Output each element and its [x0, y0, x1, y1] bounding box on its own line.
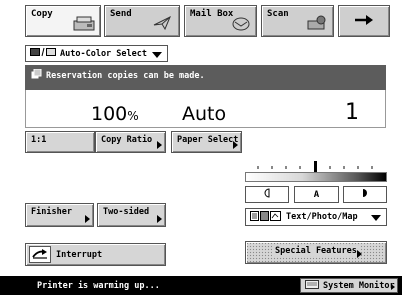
- banner-message: Reservation copies can be made.: [46, 71, 205, 81]
- copy-ratio-value: 100: [91, 103, 128, 125]
- mailbox-icon: [231, 15, 251, 34]
- paper-select-label: Paper Select: [177, 135, 239, 145]
- lighter-icon: [263, 188, 271, 201]
- original-type-icon: [250, 210, 282, 224]
- tab-mail-box-label: Mail Box: [190, 9, 234, 19]
- copy-count-display: 1: [345, 100, 359, 125]
- status-message: Printer is warming up...: [37, 281, 160, 291]
- paper-select-button[interactable]: Paper Select: [171, 131, 242, 153]
- density-tick: [343, 166, 345, 169]
- monitor-icon: [305, 279, 319, 292]
- density-tick: [371, 166, 373, 169]
- original-type-value: Text/Photo/Map: [286, 212, 358, 222]
- status-bar: Printer is warming up... System Monitor: [0, 276, 402, 295]
- finisher-label: Finisher: [31, 207, 72, 217]
- interrupt-icon: [29, 246, 51, 263]
- darker-button[interactable]: [343, 186, 387, 203]
- message-banner: Reservation copies can be made.: [25, 65, 386, 90]
- right-arrow-icon: [354, 14, 374, 29]
- tab-scan-label: Scan: [267, 9, 289, 19]
- copy-settings-readout: 100% Auto 1: [25, 90, 386, 128]
- forward-button[interactable]: [338, 5, 390, 37]
- tab-copy[interactable]: Copy: [25, 5, 101, 37]
- density-tick: [271, 166, 273, 169]
- system-monitor-label: System Monitor: [323, 280, 395, 291]
- one-to-one-label: 1:1: [31, 135, 47, 145]
- submenu-arrow-icon: [391, 284, 395, 290]
- copy-ratio-label: Copy Ratio: [101, 135, 153, 145]
- one-to-one-button[interactable]: 1:1: [25, 131, 95, 153]
- finisher-button[interactable]: Finisher: [25, 203, 94, 227]
- submenu-arrow-icon: [357, 250, 362, 258]
- tab-scan[interactable]: Scan: [261, 5, 334, 37]
- two-sided-label: Two-sided: [103, 207, 150, 217]
- density-gradient-bar: [245, 172, 387, 182]
- submenu-arrow-icon: [157, 215, 162, 223]
- tab-send[interactable]: Send: [104, 5, 180, 37]
- chevron-down-icon: [371, 215, 381, 221]
- density-tick: [257, 166, 259, 169]
- copier-icon: [73, 15, 95, 34]
- color-mode-icon: [30, 47, 56, 60]
- reservation-icon: [31, 68, 42, 82]
- interrupt-button[interactable]: Interrupt: [25, 243, 166, 266]
- special-features-label: Special Features: [272, 246, 360, 256]
- lighter-button[interactable]: [245, 186, 289, 203]
- tab-mail-box[interactable]: Mail Box: [184, 5, 257, 37]
- original-type-select[interactable]: Text/Photo/Map: [245, 208, 387, 226]
- auto-density-label: A: [313, 189, 320, 200]
- density-tick: [329, 166, 331, 169]
- interrupt-label: Interrupt: [56, 249, 103, 260]
- density-tick: [357, 166, 359, 169]
- two-sided-button[interactable]: Two-sided: [97, 203, 166, 227]
- special-features-button[interactable]: Special Features: [245, 241, 387, 264]
- color-mode-select[interactable]: Auto-Color Select: [25, 45, 168, 62]
- system-monitor-button[interactable]: System Monitor: [300, 278, 398, 293]
- send-icon: [152, 15, 174, 34]
- tab-copy-label: Copy: [31, 9, 53, 19]
- chevron-down-icon: [152, 52, 162, 58]
- darker-icon: [361, 188, 369, 201]
- copy-ratio-unit: %: [127, 109, 139, 123]
- auto-density-button[interactable]: A: [294, 186, 339, 203]
- submenu-arrow-icon: [233, 141, 238, 149]
- color-mode-value: Auto-Color Select: [60, 48, 147, 59]
- submenu-arrow-icon: [157, 141, 162, 149]
- paper-size-display: Auto: [182, 103, 227, 125]
- scanner-icon: [306, 15, 328, 34]
- submenu-arrow-icon: [85, 215, 90, 223]
- density-tick: [285, 166, 287, 169]
- copy-ratio-button[interactable]: Copy Ratio: [95, 131, 166, 153]
- density-tick: [299, 166, 301, 169]
- tab-send-label: Send: [110, 9, 132, 19]
- copy-ratio-display: 100%: [91, 103, 139, 125]
